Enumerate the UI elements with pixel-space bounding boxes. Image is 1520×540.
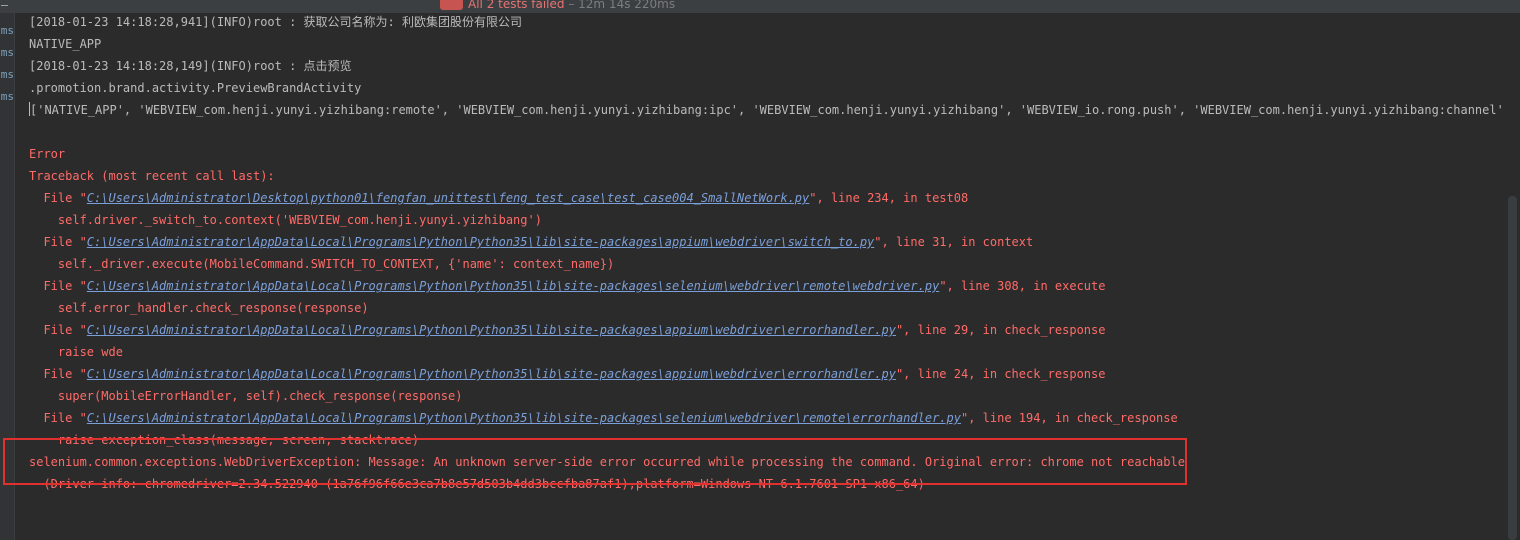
console-line-text: [2018-01-23 14:18:28,149](INFO)root : 点击… — [29, 59, 352, 73]
traceback-file-link[interactable]: C:\Users\Administrator\AppData\Local\Pro… — [87, 279, 940, 293]
console-line-text: self.error_handler.check_response(respon… — [29, 301, 369, 315]
console-line-text: Traceback (most recent call last): — [29, 169, 275, 183]
console-error-line: self.error_handler.check_response(respon… — [29, 297, 369, 319]
traceback-file-prefix: File " — [29, 411, 87, 425]
console-error-line: File "C:\Users\Administrator\AppData\Loc… — [29, 407, 1178, 429]
console-line-text: Error — [29, 147, 66, 161]
traceback-file-link[interactable]: C:\Users\Administrator\AppData\Local\Pro… — [87, 367, 896, 381]
console-error-line: File "C:\Users\Administrator\Desktop\pyt… — [29, 187, 968, 209]
console-output-line: [2018-01-23 14:18:28,149](INFO)root : 点击… — [29, 55, 352, 77]
console-line-text: .promotion.brand.activity.PreviewBrandAc… — [29, 81, 362, 95]
console-error-line: self.driver._switch_to.context('WEBVIEW_… — [29, 209, 542, 231]
test-duration-label[interactable]: ms — [1, 69, 14, 81]
error-highlight-box — [3, 438, 1187, 485]
traceback-file-suffix: ", line 24, in check_response — [895, 367, 1106, 381]
console-error-line: raise wde — [29, 341, 123, 363]
traceback-file-suffix: ", line 194, in check_response — [960, 411, 1178, 425]
test-progress-fill — [440, 0, 463, 10]
console-error-line: File "C:\Users\Administrator\AppData\Loc… — [29, 231, 1033, 253]
traceback-file-suffix: ", line 29, in check_response — [895, 323, 1106, 337]
test-duration-label[interactable]: ms — [1, 47, 14, 59]
traceback-file-prefix: File " — [29, 235, 87, 249]
console-error-line: File "C:\Users\Administrator\AppData\Loc… — [29, 363, 1105, 385]
traceback-file-prefix: File " — [29, 323, 87, 337]
test-status-text: All 2 tests failed – 12m 14s 220ms — [468, 0, 675, 11]
test-duration-label[interactable]: ms — [1, 91, 14, 103]
console-line-text: ['NATIVE_APP', 'WEBVIEW_com.henji.yunyi.… — [30, 103, 1505, 117]
traceback-file-suffix: ", line 31, in context — [874, 235, 1034, 249]
test-duration-label[interactable]: ms — [1, 25, 14, 37]
test-elapsed-time: 12m 14s 220ms — [578, 0, 676, 11]
test-result-summary: All 2 tests failed — [468, 0, 565, 11]
console-scrollbar[interactable] — [1505, 13, 1520, 540]
traceback-file-prefix: File " — [29, 191, 87, 205]
console-error-line: super(MobileErrorHandler, self).check_re… — [29, 385, 463, 407]
traceback-file-suffix: ", line 308, in execute — [939, 279, 1106, 293]
console-error-line: Traceback (most recent call last): — [29, 165, 275, 187]
traceback-file-suffix: ", line 234, in test08 — [809, 191, 969, 205]
test-progress-bar — [440, 0, 463, 10]
traceback-file-prefix: File " — [29, 367, 87, 381]
panel-dash-icon — [1, 5, 8, 6]
traceback-file-link[interactable]: C:\Users\Administrator\AppData\Local\Pro… — [87, 411, 961, 425]
console-error-line: self._driver.execute(MobileCommand.SWITC… — [29, 253, 614, 275]
console-output-line: NATIVE_APP — [29, 33, 101, 55]
console-scrollbar-thumb[interactable] — [1508, 196, 1517, 540]
console-line-text: self._driver.execute(MobileCommand.SWITC… — [29, 257, 615, 271]
console-error-line: Error — [29, 143, 65, 165]
console-output-line: [2018-01-23 14:18:28,941](INFO)root : 获取… — [29, 13, 522, 33]
test-runner-window: All 2 tests failed – 12m 14s 220ms ms ms m… — [0, 0, 1520, 540]
traceback-file-link[interactable]: C:\Users\Administrator\Desktop\python01\… — [87, 191, 809, 205]
test-status-bar: All 2 tests failed – 12m 14s 220ms — [0, 0, 1520, 13]
console-error-line: File "C:\Users\Administrator\AppData\Loc… — [29, 275, 1105, 297]
console-line-text: NATIVE_APP — [29, 37, 102, 51]
traceback-file-link[interactable]: C:\Users\Administrator\AppData\Local\Pro… — [87, 235, 874, 249]
console-line-text: [2018-01-23 14:18:28,941](INFO)root : 获取… — [29, 15, 522, 29]
status-separator: – — [568, 0, 575, 11]
console-line-text: super(MobileErrorHandler, self).check_re… — [29, 389, 463, 403]
console-error-line: File "C:\Users\Administrator\AppData\Loc… — [29, 319, 1105, 341]
console-line-text: self.driver._switch_to.context('WEBVIEW_… — [29, 213, 542, 227]
traceback-file-link[interactable]: C:\Users\Administrator\AppData\Local\Pro… — [87, 323, 896, 337]
console-line-text: raise wde — [29, 345, 123, 359]
console-output-line: .promotion.brand.activity.PreviewBrandAc… — [29, 77, 361, 99]
traceback-file-prefix: File " — [29, 279, 87, 293]
console-output-line: ['NATIVE_APP', 'WEBVIEW_com.henji.yunyi.… — [29, 99, 1505, 121]
